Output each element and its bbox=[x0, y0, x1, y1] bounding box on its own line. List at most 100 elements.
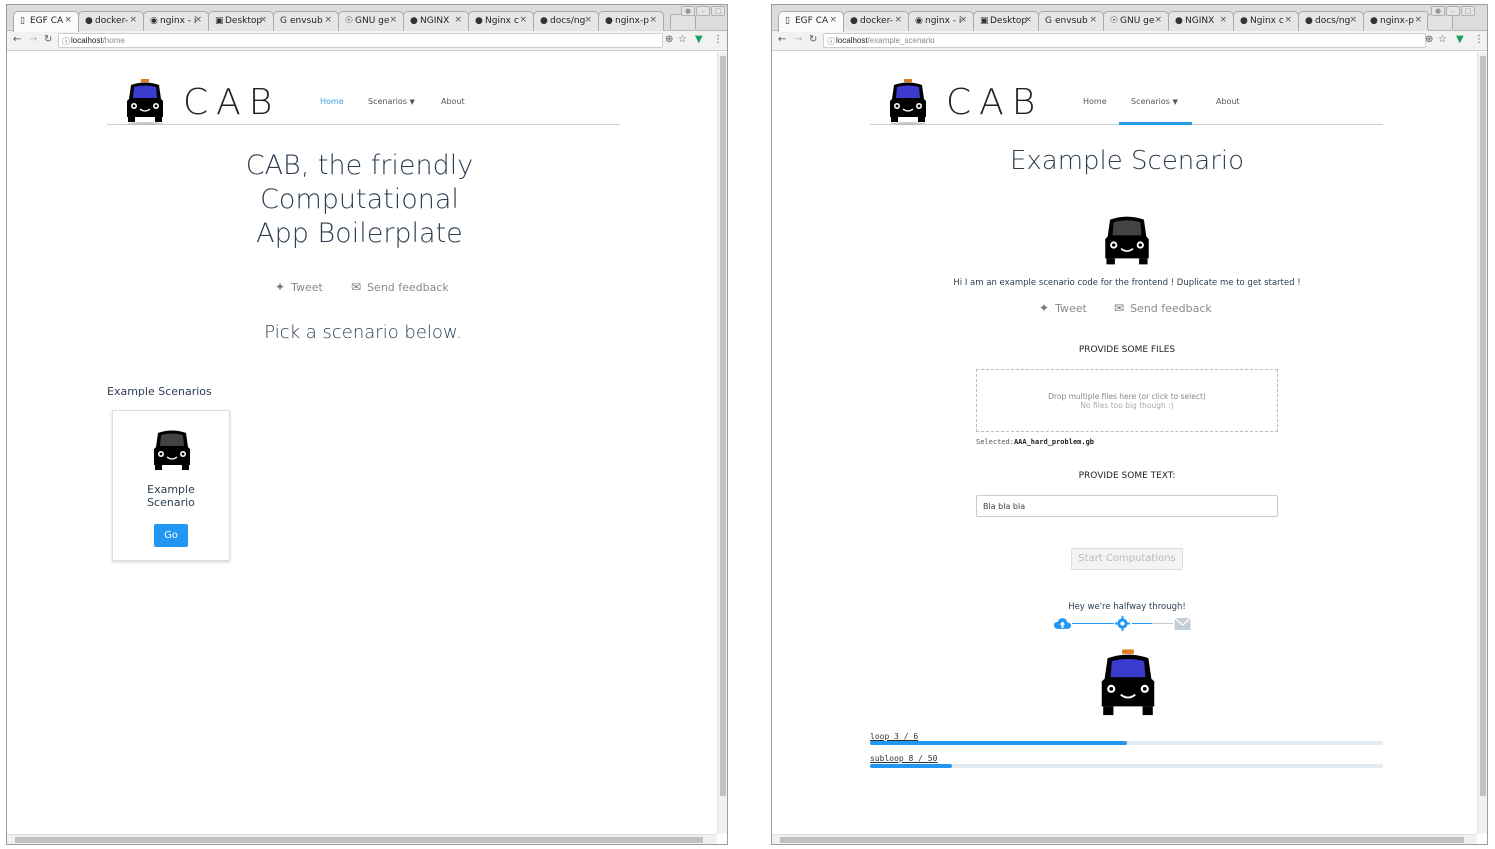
browser-tab[interactable]: ● Nginx c × bbox=[1233, 11, 1299, 31]
reload-icon[interactable]: ↻ bbox=[44, 34, 52, 45]
tab-close-icon[interactable]: × bbox=[1024, 15, 1032, 25]
vertical-scroll-thumb[interactable] bbox=[1480, 56, 1486, 796]
tab-close-icon[interactable]: × bbox=[649, 15, 657, 25]
tab-close-icon[interactable]: × bbox=[194, 15, 202, 25]
tweet-link[interactable]: ✦ Tweet bbox=[275, 280, 323, 294]
tab-close-icon[interactable]: × bbox=[829, 15, 837, 25]
browser-tab[interactable]: ● Nginx c × bbox=[468, 11, 534, 31]
browser-tab[interactable]: ▣Desktop × bbox=[208, 11, 274, 31]
browser-tab[interactable]: ● docs/ng × bbox=[1298, 11, 1364, 31]
feedback-link[interactable]: ✉ Send feedback bbox=[351, 280, 449, 294]
file-dropzone[interactable]: Drop multiple files here (or click to se… bbox=[976, 369, 1278, 432]
tab-close-icon[interactable]: × bbox=[1219, 15, 1227, 25]
horizontal-scroll-thumb[interactable] bbox=[780, 837, 1464, 843]
nav-scenarios-link[interactable]: Scenarios ▼ bbox=[1131, 97, 1178, 106]
tab-close-icon[interactable]: × bbox=[584, 15, 592, 25]
tab-close-icon[interactable]: × bbox=[259, 15, 267, 25]
scenario-card: Example Scenario Go bbox=[112, 410, 230, 561]
tab-title: Desktop bbox=[990, 16, 1028, 26]
card-title-line1: Example bbox=[147, 483, 195, 496]
browser-tab[interactable]: ● NGINX × bbox=[403, 11, 469, 31]
browser-tab[interactable]: ● nginx-p × bbox=[1363, 11, 1429, 31]
browser-tab[interactable]: ▣Desktop × bbox=[973, 11, 1039, 31]
cab-logo-icon[interactable] bbox=[886, 77, 930, 125]
nav-scenarios-link[interactable]: Scenarios ▼ bbox=[368, 97, 415, 106]
tab-close-icon[interactable]: × bbox=[64, 15, 72, 25]
brand-name[interactable]: CAB bbox=[946, 82, 1043, 123]
tab-close-icon[interactable]: × bbox=[1349, 15, 1357, 25]
minimize-icon[interactable]: – bbox=[1446, 6, 1460, 16]
browser-tab[interactable]: ▯ EGF CA × bbox=[778, 11, 844, 32]
address-bar: ← → ↻ ⓘ localhost/example_scenario ⊕ ☆ ▼… bbox=[772, 31, 1487, 51]
tab-close-icon[interactable]: × bbox=[1414, 15, 1422, 25]
profile-icon[interactable]: ● bbox=[681, 6, 695, 16]
vertical-scrollbar[interactable] bbox=[717, 52, 727, 834]
minimize-icon[interactable]: – bbox=[696, 6, 710, 16]
maximize-icon[interactable]: □ bbox=[711, 6, 725, 16]
browser-tab[interactable]: ◉ nginx - i × bbox=[143, 11, 209, 31]
menu-icon[interactable]: ⋮ bbox=[713, 34, 723, 45]
browser-tab[interactable]: ◉ nginx - i × bbox=[908, 11, 974, 31]
card-title-line2: Scenario bbox=[147, 496, 195, 509]
url-field[interactable]: ⓘ localhost/example_scenario bbox=[823, 33, 1426, 48]
forward-icon[interactable]: → bbox=[794, 34, 802, 45]
reload-icon[interactable]: ↻ bbox=[809, 34, 817, 45]
nav-about-link[interactable]: About bbox=[1216, 97, 1240, 106]
new-tab-button[interactable] bbox=[1427, 14, 1453, 29]
browser-tab[interactable]: ● docker- × bbox=[78, 11, 144, 31]
cab-logo-icon[interactable] bbox=[123, 77, 167, 125]
browser-tab[interactable]: ☉ GNU ge × bbox=[1103, 11, 1169, 31]
forward-icon[interactable]: → bbox=[29, 34, 37, 45]
site-navbar: CAB Home Scenarios ▼ About bbox=[107, 79, 620, 125]
horizontal-scrollbar[interactable] bbox=[772, 834, 1477, 844]
tab-close-icon[interactable]: × bbox=[389, 15, 397, 25]
tab-close-icon[interactable]: × bbox=[1284, 15, 1292, 25]
tab-close-icon[interactable]: × bbox=[1089, 15, 1097, 25]
zoom-icon[interactable]: ⊕ bbox=[665, 34, 673, 45]
zoom-icon[interactable]: ⊕ bbox=[1425, 34, 1433, 45]
browser-tab[interactable]: ☉ GNU ge × bbox=[338, 11, 404, 31]
info-icon[interactable]: ⓘ bbox=[827, 36, 835, 47]
tab-close-icon[interactable]: × bbox=[959, 15, 967, 25]
bookmark-star-icon[interactable]: ☆ bbox=[1438, 34, 1447, 45]
extension-icon[interactable]: ▼ bbox=[695, 34, 703, 45]
vertical-scroll-thumb[interactable] bbox=[720, 56, 726, 796]
url-field[interactable]: ⓘ localhost/home bbox=[58, 33, 663, 48]
tab-close-icon[interactable]: × bbox=[894, 15, 902, 25]
back-icon[interactable]: ← bbox=[13, 34, 21, 45]
tab-close-icon[interactable]: × bbox=[519, 15, 527, 25]
nav-about-link[interactable]: About bbox=[441, 97, 465, 106]
new-tab-button[interactable] bbox=[670, 14, 696, 29]
feedback-link[interactable]: ✉ Send feedback bbox=[1114, 301, 1212, 315]
browser-tab[interactable]: Genvsub × bbox=[273, 11, 339, 31]
tab-close-icon[interactable]: × bbox=[1154, 15, 1162, 25]
browser-tab[interactable]: ● docker- × bbox=[843, 11, 909, 31]
browser-tab[interactable]: ● docs/ng × bbox=[533, 11, 599, 31]
vertical-scrollbar[interactable] bbox=[1477, 52, 1487, 834]
browser-tab[interactable]: ● nginx-p × bbox=[598, 11, 664, 31]
tweet-link[interactable]: ✦ Tweet bbox=[1039, 301, 1087, 315]
bookmark-star-icon[interactable]: ☆ bbox=[678, 34, 687, 45]
browser-tab[interactable]: ● NGINX × bbox=[1168, 11, 1234, 31]
nav-home-link[interactable]: Home bbox=[1083, 97, 1107, 106]
info-icon[interactable]: ⓘ bbox=[62, 36, 70, 47]
tab-close-icon[interactable]: × bbox=[129, 15, 137, 25]
loop-progress-track bbox=[870, 741, 1383, 745]
horizontal-scrollbar[interactable] bbox=[7, 834, 717, 844]
maximize-icon[interactable]: □ bbox=[1461, 6, 1475, 16]
browser-tab[interactable]: ▯ EGF CA × bbox=[13, 11, 79, 32]
brand-name[interactable]: CAB bbox=[183, 82, 280, 123]
back-icon[interactable]: ← bbox=[778, 34, 786, 45]
tab-close-icon[interactable]: × bbox=[454, 15, 462, 25]
go-button[interactable]: Go bbox=[154, 524, 188, 547]
profile-icon[interactable]: ● bbox=[1431, 6, 1445, 16]
horizontal-scroll-thumb[interactable] bbox=[15, 837, 703, 843]
extension-icon[interactable]: ▼ bbox=[1456, 34, 1464, 45]
text-input[interactable]: Bla bla bla bbox=[976, 495, 1278, 517]
twitter-icon: ✦ bbox=[275, 280, 286, 294]
tab-close-icon[interactable]: × bbox=[324, 15, 332, 25]
menu-icon[interactable]: ⋮ bbox=[1474, 34, 1484, 45]
browser-tab[interactable]: Genvsub × bbox=[1038, 11, 1104, 31]
nav-home-link[interactable]: Home bbox=[320, 97, 344, 106]
start-computations-button[interactable]: Start Computations bbox=[1071, 548, 1183, 570]
